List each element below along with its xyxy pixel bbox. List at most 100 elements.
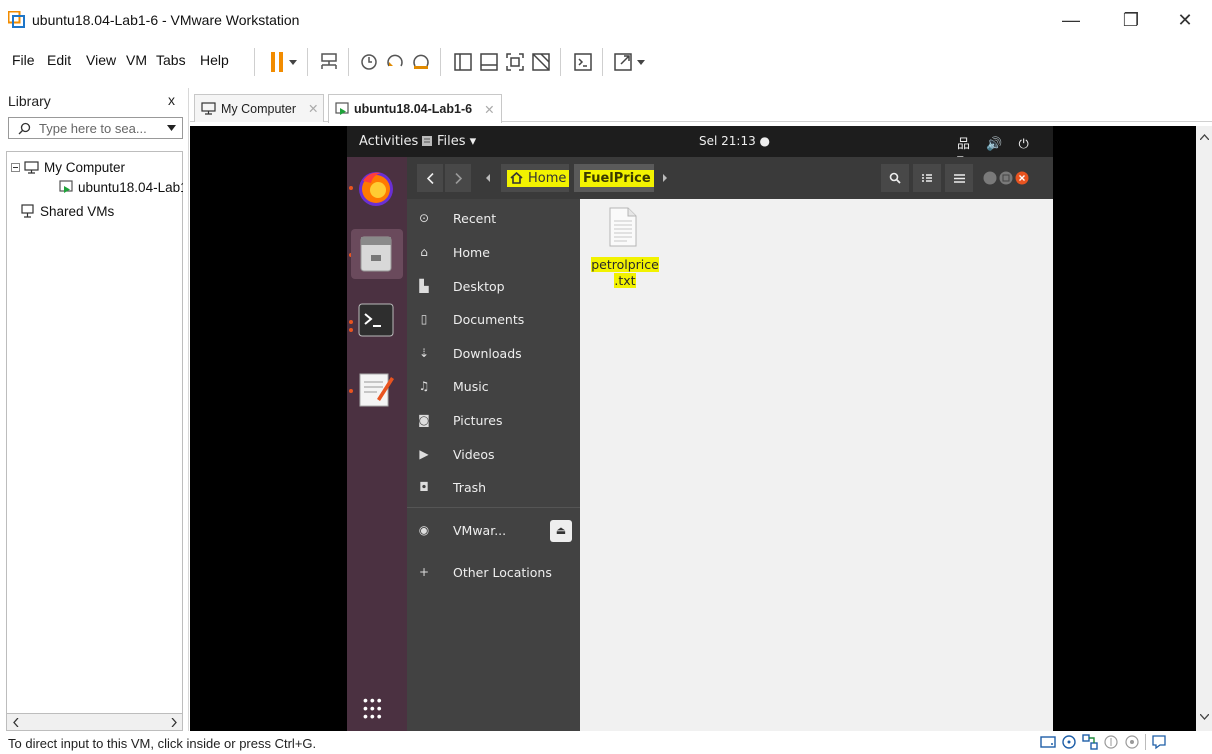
chevron-down-icon[interactable] — [1200, 714, 1209, 720]
menu-file[interactable]: File — [12, 52, 35, 68]
sidebar-item-label: Recent — [453, 210, 497, 226]
sidebar-item-desktop[interactable]: ▙ Desktop — [407, 271, 580, 301]
tree-item-shared-vms[interactable]: Shared VMs — [21, 202, 114, 220]
hard-disk-icon[interactable] — [1040, 734, 1056, 750]
snapshot-button[interactable] — [356, 49, 382, 75]
back-button[interactable] — [417, 164, 443, 192]
menu-help[interactable]: Help — [200, 52, 229, 68]
snapshot-manager-button[interactable] — [408, 49, 434, 75]
tab-ubuntu-vm[interactable]: ubuntu18.04-Lab1-6 ✕ — [328, 94, 502, 123]
status-bar: To direct input to this VM, click inside… — [0, 731, 1212, 754]
search-button[interactable] — [881, 164, 909, 192]
sidebar-item-other-locations[interactable]: + Other Locations — [407, 557, 580, 587]
stretch-guest-button[interactable] — [610, 49, 636, 75]
full-screen-button[interactable] — [502, 49, 528, 75]
window-maximize-icon[interactable] — [999, 171, 1013, 185]
chevron-right-icon[interactable] — [171, 718, 177, 727]
revert-snapshot-button[interactable] — [382, 49, 408, 75]
stretch-icon — [614, 53, 632, 71]
tab-close-my-computer[interactable]: ✕ — [308, 101, 318, 116]
activities-button[interactable]: Activities — [359, 134, 418, 149]
window-minimize-icon[interactable] — [983, 171, 997, 185]
window-titlebar: ubuntu18.04-Lab1-6 - VMware Workstation … — [0, 0, 1212, 40]
firefox-icon[interactable] — [355, 167, 397, 209]
usb-icon[interactable] — [1103, 734, 1119, 750]
forward-button[interactable] — [445, 164, 471, 192]
breadcrumb-scroll-left[interactable] — [479, 164, 497, 192]
ubuntu-desktop[interactable]: Activities Files ▾ Sel 21:13 ● 品 🔊 ⏻ ▾ — [347, 126, 1053, 731]
breadcrumb-scroll-right[interactable] — [657, 164, 671, 192]
menu-view[interactable]: View — [86, 52, 116, 68]
ubuntu-dock: ••• ••• ••• — [347, 157, 407, 731]
sidebar-item-pictures[interactable]: ◙ Pictures — [407, 405, 580, 435]
files-sidebar: ⊙ Recent ⌂ Home ▙ Desktop ▯ Documents ⇣ … — [407, 199, 580, 731]
network-adapter-icon[interactable] — [1082, 734, 1098, 750]
message-icon[interactable] — [1151, 734, 1167, 750]
send-ctrl-alt-del-button[interactable] — [316, 49, 342, 75]
home-icon: ⌂ — [420, 245, 428, 259]
maximize-button[interactable]: ❐ — [1116, 8, 1146, 32]
text-editor-icon[interactable] — [355, 369, 397, 411]
fullscreen-icon — [506, 53, 524, 71]
sidebar-item-music[interactable]: ♫ Music — [407, 371, 580, 401]
chevron-left-icon[interactable] — [13, 718, 19, 727]
menu-tabs[interactable]: Tabs — [156, 52, 186, 68]
text-file-icon[interactable] — [609, 207, 637, 247]
sidebar-item-recent[interactable]: ⊙ Recent — [407, 203, 580, 233]
thumbnail-view-button[interactable] — [476, 49, 502, 75]
breadcrumb-current[interactable]: FuelPrice — [574, 164, 654, 192]
tab-close-ubuntu-vm[interactable]: ✕ — [484, 102, 494, 117]
sidebar-item-label: Pictures — [453, 412, 503, 428]
cd-rom-icon[interactable] — [1061, 734, 1077, 750]
sidebar-item-vmware-disc[interactable]: ◉ VMwar... ⏏ — [407, 515, 580, 545]
window-close-icon[interactable] — [1015, 171, 1029, 185]
tab-my-computer[interactable]: My Computer ✕ — [194, 94, 324, 122]
close-window-button[interactable]: ✕ — [1170, 8, 1200, 32]
show-applications-icon[interactable]: ••• ••• ••• — [363, 693, 384, 723]
sidebar-item-home[interactable]: ⌂ Home — [407, 237, 580, 267]
library-close-button[interactable]: x — [168, 92, 175, 108]
sidebar-item-label: Downloads — [453, 345, 522, 361]
vm-vertical-scrollbar[interactable] — [1196, 126, 1212, 731]
chevron-up-icon[interactable] — [1200, 134, 1209, 140]
list-view-icon — [922, 174, 932, 182]
library-view-button[interactable] — [450, 49, 476, 75]
file-item-label[interactable]: petrolprice .txt — [590, 257, 660, 289]
sidebar-item-videos[interactable]: ▶ Videos — [407, 439, 580, 469]
chevron-left-icon — [426, 172, 434, 184]
breadcrumb-home[interactable]: Home — [501, 164, 570, 192]
unity-button[interactable] — [528, 49, 554, 75]
files-app-menu[interactable]: Files ▾ — [437, 134, 476, 149]
clock[interactable]: Sel 21:13 ● — [699, 134, 770, 148]
terminal-app-icon[interactable] — [355, 299, 397, 341]
sound-icon[interactable] — [1124, 734, 1140, 750]
bottom-layout-icon — [480, 53, 498, 71]
library-horizontal-scrollbar[interactable] — [6, 714, 183, 731]
hamburger-icon — [953, 173, 965, 183]
chevron-down-icon[interactable] — [167, 125, 176, 131]
power-dropdown-button[interactable] — [286, 49, 300, 75]
sidebar-item-downloads[interactable]: ⇣ Downloads — [407, 338, 580, 368]
minimize-button[interactable]: — — [1056, 8, 1086, 32]
library-search-input[interactable]: Type here to sea... — [8, 117, 183, 139]
sidebar-item-trash[interactable]: ◘ Trash — [407, 472, 580, 502]
sidebar-item-documents[interactable]: ▯ Documents — [407, 304, 580, 334]
view-toggle-button[interactable] — [913, 164, 941, 192]
tree-item-my-computer[interactable]: My Computer — [11, 158, 125, 176]
file-view[interactable]: petrolprice .txt — [580, 199, 1053, 731]
library-search-placeholder: Type here to sea... — [39, 121, 147, 136]
tree-item-vm[interactable]: ubuntu18.04-Lab1 — [59, 178, 183, 196]
folder-icon: ▙ — [419, 279, 429, 293]
computer-icon — [24, 160, 39, 174]
menu-button[interactable] — [945, 164, 973, 192]
status-text: To direct input to this VM, click inside… — [8, 736, 317, 751]
collapse-icon[interactable] — [11, 162, 20, 172]
eject-icon[interactable]: ⏏ — [550, 520, 572, 542]
menu-edit[interactable]: Edit — [47, 52, 71, 68]
unity-icon — [532, 53, 550, 71]
revert-icon — [387, 54, 403, 67]
stretch-dropdown-button[interactable] — [634, 49, 648, 75]
file-manager-icon[interactable] — [355, 233, 397, 275]
menu-vm[interactable]: VM — [126, 52, 147, 68]
console-view-button[interactable] — [570, 49, 596, 75]
